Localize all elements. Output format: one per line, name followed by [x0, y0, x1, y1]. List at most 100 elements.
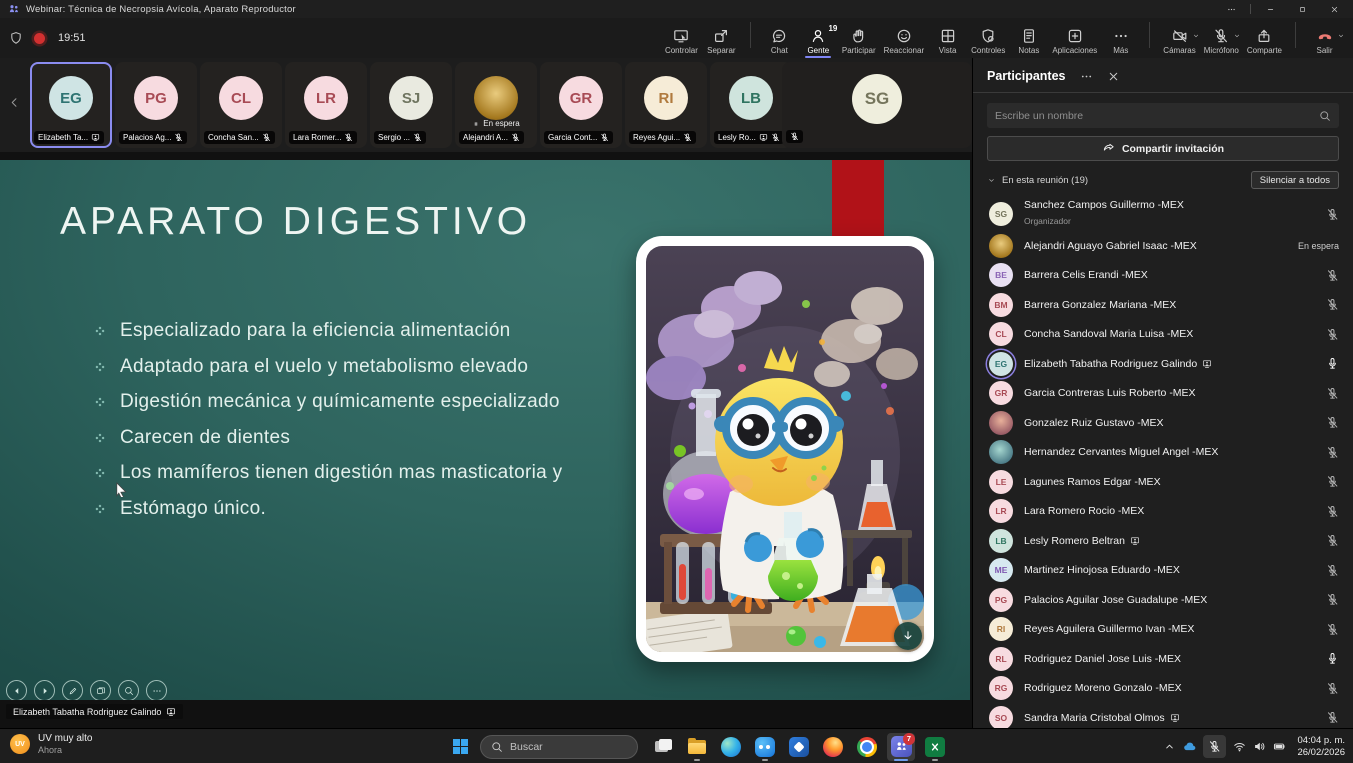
tray-chevron-up-icon[interactable] [1163, 740, 1176, 753]
teams-icon[interactable]: 7 [887, 733, 915, 761]
toolbar-aplicaciones-button[interactable]: Aplicaciones [1049, 23, 1100, 58]
mute-all-button[interactable]: Silenciar a todos [1251, 171, 1339, 189]
close-button[interactable] [1321, 1, 1347, 17]
participant-row[interactable]: Hernandez Cervantes Miguel Angel -MEX [973, 438, 1353, 468]
participant-row[interactable]: Gonzalez Ruiz Gustavo -MEX [973, 408, 1353, 438]
participant-row[interactable]: EGElizabeth Tabatha Rodriguez Galindo [973, 349, 1353, 379]
toolbar-comparte-button[interactable]: Comparte [1244, 23, 1285, 58]
participant-row[interactable]: RGRodriguez Moreno Gonzalo -MEX [973, 674, 1353, 704]
all-slides-button[interactable] [90, 680, 111, 700]
mic-muted-indicator[interactable] [1326, 593, 1339, 606]
toolbar-vista-button[interactable]: Vista [929, 23, 966, 58]
in-meeting-section-toggle[interactable]: En esta reunión (19) [987, 175, 1088, 186]
participant-row[interactable]: GRGarcia Contreras Luis Roberto -MEX [973, 379, 1353, 409]
participant-row[interactable]: RIReyes Aguilera Guillermo Ivan -MEX [973, 615, 1353, 645]
toolbar-mas-button[interactable]: Más [1102, 23, 1139, 58]
mic-muted-indicator[interactable] [1326, 387, 1339, 400]
taskbar-search-input[interactable] [510, 741, 627, 753]
mic-muted-indicator[interactable] [1326, 416, 1339, 429]
mic-muted-indicator[interactable] [1326, 564, 1339, 577]
toolbar-separar-button[interactable]: Separar [703, 23, 740, 58]
video-tile[interactable]: RIReyes Agui... [625, 62, 707, 148]
mic-on-indicator[interactable] [1326, 357, 1339, 370]
minimize-button[interactable] [1257, 1, 1283, 17]
participant-row[interactable]: PGPalacios Aguilar Jose Guadalupe -MEX [973, 585, 1353, 615]
participant-row[interactable]: BEBarrera Celis Erandi -MEX [973, 261, 1353, 291]
zoom-slide-button[interactable] [118, 680, 139, 700]
excel-icon[interactable] [921, 733, 949, 761]
battery-icon[interactable] [1273, 740, 1286, 753]
panel-close-icon[interactable] [1107, 70, 1120, 83]
pen-tool-button[interactable] [62, 680, 83, 700]
taskbar-search-box[interactable] [480, 735, 638, 759]
mic-muted-indicator[interactable] [1326, 682, 1339, 695]
mic-muted-indicator[interactable] [1326, 475, 1339, 488]
participant-row[interactable]: LBLesly Romero Beltran [973, 526, 1353, 556]
next-slide-button[interactable] [34, 680, 55, 700]
wifi-icon[interactable] [1233, 740, 1246, 753]
video-tile[interactable]: CLConcha San... [200, 62, 282, 148]
copilot-icon[interactable] [751, 733, 779, 761]
mic-muted-indicator[interactable] [1326, 208, 1339, 221]
share-fwd-icon [1102, 142, 1115, 155]
video-tile[interactable]: En esperaAlejandri A... [455, 62, 537, 148]
toolbar-reaccionar-button[interactable]: Reaccionar [881, 23, 927, 58]
file-explorer-icon[interactable] [683, 733, 711, 761]
participant-row[interactable]: SGSanchez Campos Guillermo -MEXOrganizad… [973, 197, 1353, 231]
participant-row[interactable]: SOSandra Maria Cristobal Olmos [973, 703, 1353, 728]
mic-on-indicator[interactable] [1326, 652, 1339, 665]
video-tile[interactable]: LBLesly Ro... [710, 62, 792, 148]
mic-muted-indicator[interactable] [1326, 328, 1339, 341]
toolbar-microfono-button[interactable]: Micrófono [1201, 23, 1242, 58]
toolbar-chat-button[interactable]: Chat [761, 23, 798, 58]
panel-more-icon[interactable] [1080, 70, 1093, 83]
participant-row[interactable]: LELagunes Ramos Edgar -MEX [973, 467, 1353, 497]
taskbar-weather-widget[interactable]: UV UV muy alto Ahora [10, 733, 92, 755]
tray-mic-muted-icon[interactable] [1203, 735, 1226, 758]
video-tile[interactable]: EGElizabeth Ta... [30, 62, 112, 148]
blue-app-icon[interactable] [785, 733, 813, 761]
mic-muted-indicator[interactable] [1326, 534, 1339, 547]
titlebar-more-icon[interactable] [1218, 1, 1244, 17]
toolbar-notas-button[interactable]: Notas [1010, 23, 1047, 58]
mic-muted-indicator[interactable] [1326, 623, 1339, 636]
recording-indicator[interactable] [34, 33, 45, 44]
maximize-button[interactable] [1289, 1, 1315, 17]
previous-slide-button[interactable] [6, 680, 27, 700]
video-tile[interactable]: PGPalacios Ag... [115, 62, 197, 148]
mic-muted-indicator[interactable] [1326, 711, 1339, 724]
video-tile[interactable]: LRLara Romer... [285, 62, 367, 148]
video-tile[interactable]: GRGarcia Cont... [540, 62, 622, 148]
toolbar-controles-button[interactable]: Controles [968, 23, 1008, 58]
toolbar-camaras-button[interactable]: Cámaras [1160, 23, 1198, 58]
task-view-icon[interactable] [649, 733, 677, 761]
toolbar-salir-button[interactable]: Salir [1306, 23, 1343, 58]
participant-row[interactable]: CLConcha Sandoval Maria Luisa -MEX [973, 320, 1353, 350]
toolbar-gente-button[interactable]: 19Gente [800, 23, 837, 58]
mic-muted-indicator[interactable] [1326, 298, 1339, 311]
participant-row[interactable]: BMBarrera Gonzalez Mariana -MEX [973, 290, 1353, 320]
mic-muted-indicator[interactable] [1326, 446, 1339, 459]
participant-search-input[interactable] [995, 110, 1319, 122]
taskbar-clock[interactable]: 04:04 p. m. 26/02/2026 [1297, 735, 1345, 759]
mic-muted-indicator[interactable] [1326, 505, 1339, 518]
scroll-down-button[interactable] [894, 622, 922, 650]
more-options-button[interactable] [146, 680, 167, 700]
participant-row[interactable]: MEMartinez Hinojosa Eduardo -MEX [973, 556, 1353, 586]
video-tile[interactable]: SJSergio ... [370, 62, 452, 148]
edge-icon[interactable] [717, 733, 745, 761]
toolbar-controlar-button[interactable]: Controlar [662, 23, 701, 58]
participant-row[interactable]: LRLara Romero Rocio -MEX [973, 497, 1353, 527]
mic-muted-indicator[interactable] [1326, 269, 1339, 282]
firefox-icon[interactable] [819, 733, 847, 761]
participant-row[interactable]: RLRodriguez Daniel Jose Luis -MEX [973, 644, 1353, 674]
onedrive-icon[interactable] [1183, 740, 1196, 753]
chrome-icon[interactable] [853, 733, 881, 761]
spotlight-tile[interactable]: SG [782, 62, 972, 148]
participant-row[interactable]: Alejandri Aguayo Gabriel Isaac -MEXEn es… [973, 231, 1353, 261]
speaker-icon[interactable] [1253, 740, 1266, 753]
share-invite-button[interactable]: Compartir invitación [987, 136, 1339, 161]
toolbar-participar-button[interactable]: Participar [839, 23, 879, 58]
start-button[interactable] [447, 734, 473, 760]
filmstrip-prev-icon[interactable] [8, 96, 21, 109]
